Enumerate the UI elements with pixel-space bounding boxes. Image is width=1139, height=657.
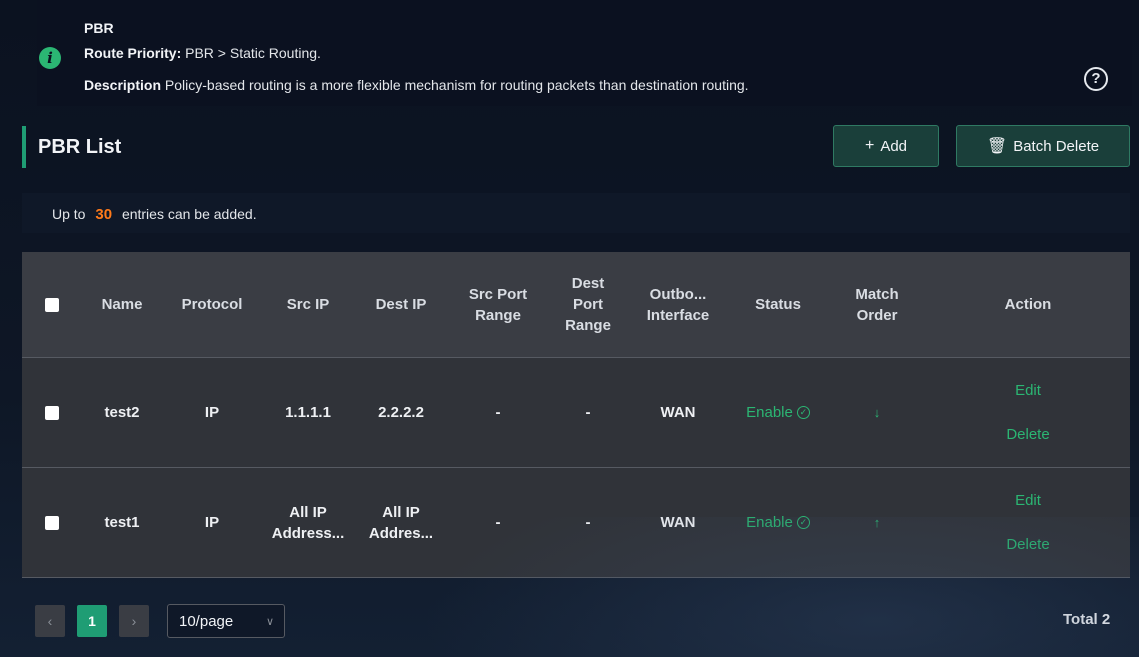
page-size-value: 10/page: [179, 612, 234, 630]
check-circle-icon: ✓: [796, 516, 810, 529]
delete-link[interactable]: Delete: [1006, 413, 1049, 457]
status-enable: Enable ✓: [746, 512, 810, 533]
row-name: test1: [104, 514, 140, 531]
table-row: test2 IP 1.1.1.1 2.2.2.2 - - WAN Enable …: [22, 358, 1130, 468]
plus-icon: +: [864, 137, 875, 154]
pbr-list-title: PBR List: [38, 136, 122, 158]
col-match-order: Match Order: [828, 284, 926, 326]
row-src-ip-line2: Address...: [271, 524, 345, 542]
status-enable: Enable ✓: [746, 402, 810, 423]
col-dest-port-range: Dest Port Range: [548, 273, 628, 336]
limit-suffix: entries can be added.: [121, 206, 257, 222]
trash-icon: 🗑: [986, 138, 1008, 155]
banner-title: PBR: [84, 20, 114, 36]
row-checkbox[interactable]: [45, 515, 59, 530]
row-match-order: ↑: [828, 512, 926, 533]
edit-link[interactable]: Edit: [1015, 369, 1041, 413]
help-icon[interactable]: ?: [1084, 67, 1108, 91]
row-src-port-range: -: [495, 404, 501, 421]
row-dest-ip: 2.2.2.2: [354, 402, 448, 423]
row-actions: Edit Delete: [926, 369, 1130, 457]
status-text: Enable: [746, 404, 793, 421]
col-src-port-range: Src Port Range: [448, 284, 548, 326]
route-priority-line: Route Priority: PBR > Static Routing.: [84, 45, 321, 61]
row-src-ip: All IP Address...: [262, 502, 354, 544]
row-match-order: ↓: [828, 402, 926, 423]
description-line: Description Policy-based routing is a mo…: [84, 77, 749, 93]
col-src-ip: Src IP: [286, 296, 330, 313]
row-dest-ip-line1: 2.2.2.2: [378, 404, 424, 421]
add-button[interactable]: + Add: [833, 125, 939, 167]
row-dest-port-range: -: [585, 514, 591, 531]
col-src-port-range-line1: Src Port: [468, 285, 528, 303]
description-value: Policy-based routing is a more flexible …: [161, 77, 749, 93]
row-outbound: WAN: [660, 404, 696, 421]
next-page-button[interactable]: ›: [119, 605, 149, 637]
chevron-left-icon: ‹: [47, 613, 53, 629]
col-src-port-range-line2: Range: [475, 306, 521, 324]
row-src-ip: 1.1.1.1: [262, 402, 354, 423]
col-dest-port-range-line2: Port: [573, 296, 603, 313]
page-number-button[interactable]: 1: [77, 605, 107, 637]
table-header: Name Protocol Src IP Dest IP Src Port Ra…: [22, 252, 1130, 358]
col-protocol: Protocol: [181, 296, 243, 313]
col-dest-port-range-line3: Range: [565, 317, 611, 334]
row-src-ip-line1: All IP: [289, 503, 327, 521]
col-outbound-line1: Outbo...: [649, 285, 707, 303]
page-frame: i PBR Route Priority: PBR > Static Routi…: [0, 0, 1139, 657]
prev-page-button[interactable]: ‹: [35, 605, 65, 637]
row-dest-ip-line1: All IP: [382, 503, 420, 521]
row-status: Enable ✓: [728, 402, 828, 423]
table-row: test1 IP All IP Address... All IP Addres…: [22, 468, 1130, 578]
pagination: ‹ 1 › 10/page ∨: [35, 604, 285, 638]
batch-delete-label: Batch Delete: [1013, 137, 1100, 155]
row-select-cell: [22, 515, 82, 530]
col-action: Action: [1004, 296, 1052, 313]
chevron-down-icon: ∨: [265, 615, 274, 628]
col-status: Status: [755, 296, 801, 313]
row-protocol: IP: [204, 404, 220, 421]
edit-link[interactable]: Edit: [1015, 479, 1041, 523]
entry-limit-note: Up to 30 entries can be added.: [22, 193, 1130, 233]
chevron-right-icon: ›: [131, 613, 137, 629]
limit-count: 30: [95, 206, 113, 223]
delete-link[interactable]: Delete: [1006, 523, 1049, 567]
route-priority-label: Route Priority:: [84, 45, 182, 61]
col-match-order-line2: Order: [856, 306, 898, 324]
col-outbound-line2: Interface: [646, 306, 710, 324]
col-dest-ip: Dest IP: [375, 296, 427, 313]
total-count: Total 2: [1063, 611, 1111, 628]
limit-prefix: Up to: [52, 206, 86, 222]
section-accent-bar: [22, 126, 26, 168]
select-all-cell: [22, 297, 82, 312]
col-outbound-interface: Outbo... Interface: [628, 284, 728, 326]
row-select-cell: [22, 405, 82, 420]
row-dest-ip: All IP Addres...: [354, 502, 448, 544]
info-icon: i: [39, 47, 61, 69]
col-match-order-line1: Match: [855, 285, 899, 303]
check-circle-icon: ✓: [796, 406, 810, 419]
arrow-down-icon[interactable]: ↓: [874, 402, 881, 423]
arrow-up-icon[interactable]: ↑: [874, 512, 881, 533]
row-src-port-range: -: [495, 514, 501, 531]
row-name: test2: [104, 404, 140, 421]
page-size-select[interactable]: 10/page ∨: [167, 604, 285, 638]
row-dest-ip-line2: Addres...: [368, 524, 434, 542]
col-dest-port-range-line1: Dest: [571, 275, 605, 292]
add-button-label: Add: [880, 137, 908, 155]
row-protocol: IP: [204, 514, 220, 531]
col-name: Name: [101, 296, 143, 313]
status-text: Enable: [746, 514, 793, 531]
batch-delete-button[interactable]: 🗑 Batch Delete: [956, 125, 1130, 167]
select-all-checkbox[interactable]: [45, 297, 59, 312]
row-dest-port-range: -: [585, 404, 591, 421]
pbr-table: Name Protocol Src IP Dest IP Src Port Ra…: [22, 252, 1130, 578]
row-checkbox[interactable]: [45, 405, 59, 420]
row-src-ip-line1: 1.1.1.1: [285, 404, 331, 421]
row-status: Enable ✓: [728, 512, 828, 533]
route-priority-value: PBR > Static Routing.: [181, 45, 321, 61]
row-actions: Edit Delete: [926, 479, 1130, 567]
description-label: Description: [84, 77, 162, 93]
row-outbound: WAN: [660, 514, 696, 531]
